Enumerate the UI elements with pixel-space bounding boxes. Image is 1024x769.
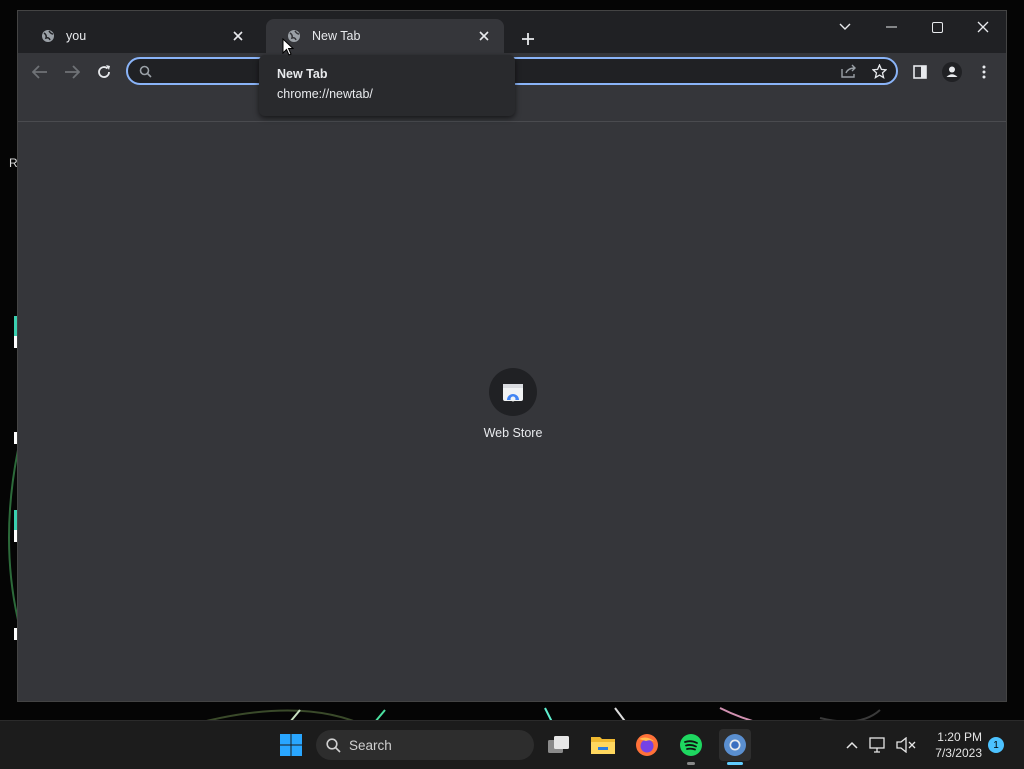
close-icon bbox=[977, 21, 989, 33]
show-hidden-icons-button[interactable] bbox=[836, 729, 868, 761]
task-view-button[interactable] bbox=[543, 729, 575, 761]
clock[interactable]: 1:20 PM 7/3/2023 bbox=[928, 729, 982, 761]
mouse-cursor-icon bbox=[282, 38, 294, 56]
tooltip-title: New Tab bbox=[277, 67, 328, 81]
tab-you[interactable]: you bbox=[20, 19, 258, 53]
menu-button[interactable] bbox=[969, 57, 999, 87]
volume-muted-icon bbox=[896, 737, 916, 753]
spotify-button[interactable] bbox=[675, 729, 707, 765]
browser-window: you New Tab Web Store New Tab chrome://n… bbox=[17, 10, 1007, 702]
new-tab-page: Web Store bbox=[18, 122, 1006, 701]
task-view-icon bbox=[548, 736, 569, 753]
volume-button[interactable] bbox=[894, 729, 918, 761]
search-icon bbox=[326, 737, 341, 753]
shortcut-web-store[interactable]: Web Store bbox=[473, 368, 553, 440]
taskbar-search[interactable]: Search bbox=[316, 730, 534, 760]
network-button[interactable] bbox=[868, 729, 888, 761]
reload-icon bbox=[98, 65, 110, 78]
plus-icon bbox=[522, 33, 534, 45]
spotify-icon bbox=[680, 734, 702, 756]
maximize-button[interactable] bbox=[914, 11, 960, 43]
side-panel-icon bbox=[913, 65, 927, 79]
globe-icon bbox=[40, 28, 56, 44]
chevron-down-icon bbox=[839, 23, 851, 30]
network-icon bbox=[869, 737, 885, 753]
notification-badge[interactable]: 1 bbox=[988, 737, 1004, 753]
shortcut-label: Web Store bbox=[483, 426, 543, 440]
close-tab-icon[interactable] bbox=[228, 26, 248, 46]
firefox-icon bbox=[636, 734, 658, 756]
arrow-left-icon bbox=[32, 65, 47, 79]
profile-icon bbox=[942, 62, 962, 82]
taskbar: Search 1:20 PM 7/3/2023 1 bbox=[0, 720, 1024, 769]
tab-new-tab[interactable]: New Tab bbox=[266, 19, 504, 53]
new-tab-button[interactable] bbox=[516, 27, 540, 51]
minimize-button[interactable] bbox=[868, 11, 914, 43]
web-store-icon bbox=[503, 384, 523, 402]
tab-search-button[interactable] bbox=[822, 11, 868, 43]
tab-title: New Tab bbox=[312, 29, 361, 43]
file-explorer-button[interactable] bbox=[587, 729, 619, 761]
chrome-button[interactable] bbox=[719, 729, 751, 765]
tooltip-url: chrome://newtab/ bbox=[277, 87, 373, 101]
wallpaper-edge bbox=[8, 316, 18, 640]
close-window-button[interactable] bbox=[960, 11, 1006, 43]
maximize-icon bbox=[931, 21, 943, 33]
search-icon bbox=[134, 60, 156, 82]
chevron-up-icon bbox=[846, 741, 858, 749]
more-vert-icon bbox=[982, 65, 986, 79]
active-indicator bbox=[727, 762, 743, 765]
back-button[interactable] bbox=[25, 57, 55, 87]
profile-button[interactable] bbox=[937, 57, 967, 87]
chrome-icon bbox=[724, 734, 746, 756]
start-button[interactable] bbox=[275, 729, 307, 761]
arrow-right-icon bbox=[65, 65, 80, 79]
start-icon bbox=[280, 734, 302, 756]
minimize-icon bbox=[885, 26, 897, 28]
clock-time: 1:20 PM bbox=[937, 730, 982, 744]
shortcut-tile bbox=[489, 368, 537, 416]
firefox-button[interactable] bbox=[631, 729, 663, 761]
clock-date: 7/3/2023 bbox=[935, 746, 982, 760]
forward-button[interactable] bbox=[57, 57, 87, 87]
side-panel-button[interactable] bbox=[905, 57, 935, 87]
tab-strip: you New Tab bbox=[18, 11, 1006, 53]
running-indicator bbox=[687, 762, 695, 765]
bookmark-star-icon[interactable] bbox=[868, 60, 890, 82]
close-tab-icon[interactable] bbox=[474, 26, 494, 46]
tab-title: you bbox=[66, 29, 87, 43]
reload-button[interactable] bbox=[89, 57, 119, 87]
taskbar-search-label: Search bbox=[349, 737, 392, 753]
share-icon[interactable] bbox=[838, 60, 860, 82]
file-explorer-icon bbox=[591, 737, 615, 754]
tab-hover-tooltip: New Tab chrome://newtab/ bbox=[259, 55, 515, 116]
